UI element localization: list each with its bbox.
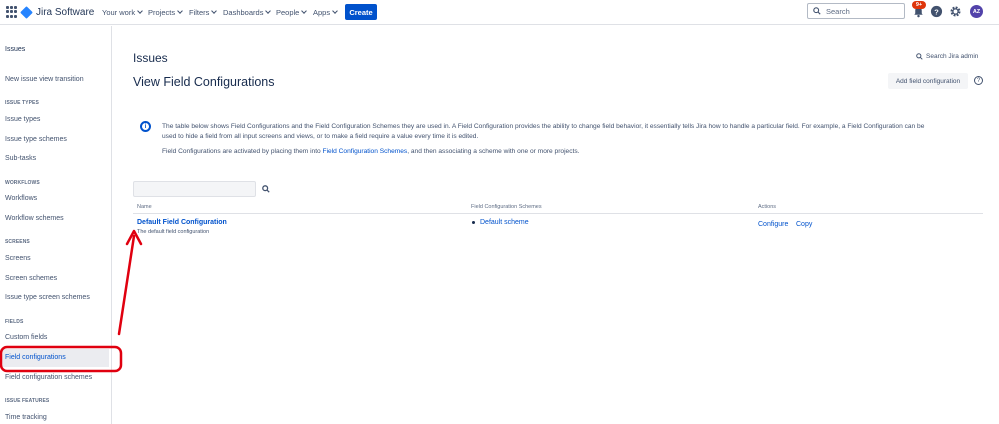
page-title: Issues bbox=[133, 51, 168, 65]
svg-text:?: ? bbox=[934, 7, 939, 16]
nav-label: People bbox=[276, 7, 300, 17]
bullet bbox=[472, 221, 475, 224]
search-icon[interactable] bbox=[262, 185, 270, 193]
nav-label: Apps bbox=[313, 7, 331, 17]
table-header-divider bbox=[133, 213, 983, 214]
field-configuration-description: The default field configuration bbox=[137, 229, 210, 235]
sidebar-heading-issue-features: ISSUE FEATURES bbox=[5, 398, 50, 404]
chevron-down-icon bbox=[177, 7, 183, 14]
jira-logo[interactable]: Jira Software bbox=[20, 5, 95, 20]
sidebar-item-issue-type-screen-schemes[interactable]: Issue type screen schemes bbox=[5, 292, 90, 304]
sidebar-item-time-tracking[interactable]: Time tracking bbox=[5, 412, 47, 424]
admin-search-label: Search Jira admin bbox=[926, 53, 979, 60]
info-icon: i bbox=[140, 121, 151, 132]
chevron-down-icon bbox=[265, 7, 272, 14]
field-configuration-schemes-link[interactable]: Field Configuration Schemes bbox=[323, 148, 408, 155]
view-heading: View Field Configurations bbox=[133, 75, 275, 89]
search-input[interactable] bbox=[826, 6, 896, 16]
chevron-down-icon bbox=[137, 7, 143, 14]
product-name: Jira Software bbox=[36, 7, 95, 18]
column-header-actions: Actions bbox=[758, 204, 777, 210]
sidebar-heading-screens: SCREENS bbox=[5, 239, 30, 245]
info-text-line-1: The table below shows Field Configuratio… bbox=[162, 123, 925, 130]
question-icon[interactable]: ? bbox=[974, 76, 983, 85]
search-icon bbox=[916, 53, 923, 60]
info-text-prefix: Field Configurations are activated by pl… bbox=[162, 148, 323, 155]
create-button[interactable]: Create bbox=[345, 4, 377, 20]
sidebar-item-new-issue-view-transition[interactable]: New issue view transition bbox=[5, 74, 84, 86]
copy-link[interactable]: Copy bbox=[796, 221, 812, 228]
sidebar-title: Issues bbox=[5, 46, 26, 53]
nav-dashboards[interactable]: Dashboards bbox=[223, 6, 272, 18]
user-avatar[interactable]: AZ bbox=[970, 5, 983, 18]
sidebar-item-field-configurations[interactable]: Field configurations bbox=[2, 349, 109, 367]
sidebar-item-workflows[interactable]: Workflows bbox=[5, 193, 37, 205]
nav-label: Your work bbox=[102, 7, 136, 17]
filter-input[interactable] bbox=[133, 181, 256, 197]
top-navigation: Jira Software Your work Projects Filters… bbox=[0, 0, 999, 25]
scheme-list-item: Default scheme bbox=[471, 219, 529, 226]
nav-filters[interactable]: Filters bbox=[189, 6, 218, 18]
annotation-arrow-shaft bbox=[117, 234, 136, 336]
nav-label: Filters bbox=[189, 7, 210, 17]
default-scheme-link[interactable]: Default scheme bbox=[480, 219, 529, 226]
sidebar-heading-fields: FIELDS bbox=[5, 319, 24, 325]
app-switcher-icon[interactable] bbox=[6, 6, 18, 18]
jira-diamond-icon bbox=[20, 6, 33, 19]
add-field-configuration-button[interactable]: Add field configuration bbox=[888, 73, 968, 89]
sidebar-item-field-configuration-schemes[interactable]: Field configuration schemes bbox=[5, 372, 92, 384]
chevron-down-icon bbox=[301, 7, 308, 14]
sidebar-item-screen-schemes[interactable]: Screen schemes bbox=[5, 273, 57, 285]
sidebar-heading-workflows: WORKFLOWS bbox=[5, 180, 40, 186]
nav-apps[interactable]: Apps bbox=[313, 6, 338, 18]
field-configuration-name-link[interactable]: Default Field Configuration bbox=[137, 219, 227, 226]
sidebar-item-custom-fields[interactable]: Custom fields bbox=[5, 332, 47, 344]
search-jira-admin[interactable]: Search Jira admin bbox=[916, 53, 978, 60]
sidebar-item-workflow-schemes[interactable]: Workflow schemes bbox=[5, 213, 64, 225]
nav-label: Dashboards bbox=[223, 7, 264, 17]
admin-sidebar: Issues New issue view transition ISSUE T… bbox=[0, 26, 112, 424]
global-search[interactable] bbox=[807, 3, 905, 19]
sidebar-item-sub-tasks[interactable]: Sub-tasks bbox=[5, 153, 36, 165]
chevron-down-icon bbox=[332, 7, 338, 14]
sidebar-item-issue-type-schemes[interactable]: Issue type schemes bbox=[5, 134, 67, 146]
gear-icon[interactable] bbox=[949, 5, 962, 18]
sidebar-item-issue-types[interactable]: Issue types bbox=[5, 114, 40, 126]
help-icon[interactable]: ? bbox=[930, 5, 943, 18]
sidebar-item-screens[interactable]: Screens bbox=[5, 253, 31, 265]
nav-people[interactable]: People bbox=[276, 6, 308, 18]
column-header-name: Name bbox=[137, 204, 152, 210]
column-header-schemes: Field Configuration Schemes bbox=[471, 204, 542, 210]
nav-label: Projects bbox=[148, 7, 176, 17]
configure-link[interactable]: Configure bbox=[758, 221, 788, 228]
info-text-line-3: Field Configurations are activated by pl… bbox=[162, 147, 962, 157]
notification-badge: 9+ bbox=[912, 1, 926, 9]
info-text-suffix: , and then associating a scheme with one… bbox=[407, 148, 580, 155]
chevron-down-icon bbox=[211, 7, 218, 14]
info-text-line-2: used to hide a field from all input scre… bbox=[162, 133, 479, 140]
sidebar-heading-issue-types: ISSUE TYPES bbox=[5, 100, 39, 106]
nav-your-work[interactable]: Your work bbox=[102, 6, 143, 18]
nav-projects[interactable]: Projects bbox=[148, 6, 183, 18]
search-icon bbox=[813, 7, 821, 15]
